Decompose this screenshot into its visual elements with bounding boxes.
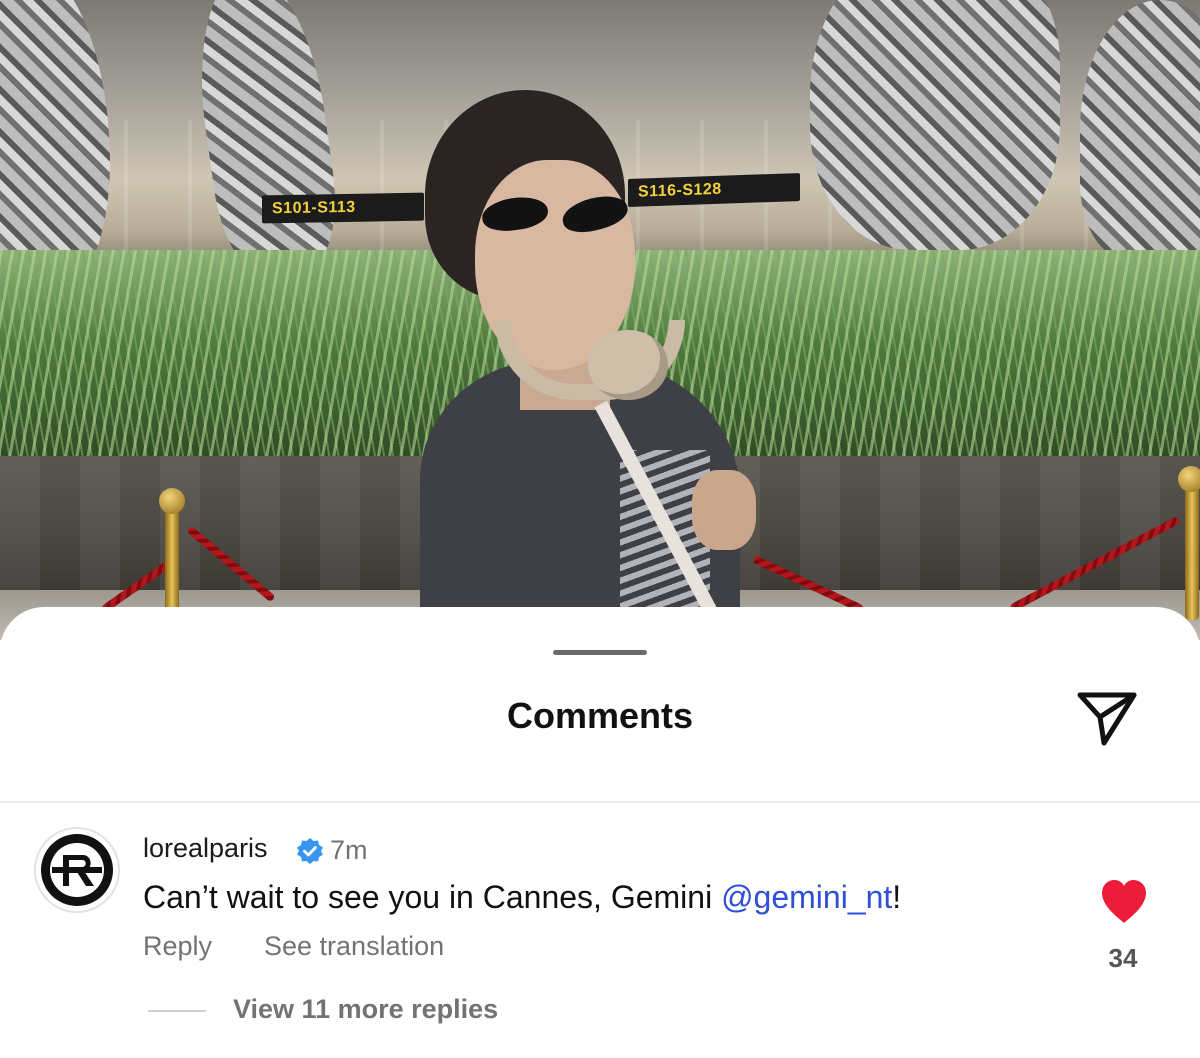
sheet-grabber[interactable]	[553, 650, 647, 655]
airport-sign-left-text: S101-S113	[272, 198, 356, 218]
loreal-paris-logo	[41, 834, 113, 906]
view-more-replies-button[interactable]: View 11 more replies	[233, 994, 498, 1025]
sheet-title: Comments	[506, 695, 694, 736]
stanchion-top	[159, 488, 185, 514]
thread-line	[148, 1010, 206, 1012]
heart-filled-icon[interactable]	[1100, 879, 1148, 925]
comments-sheet: Comments lorealparis 7m Can’t wait to se…	[0, 607, 1200, 1058]
avatar[interactable]	[34, 827, 120, 913]
reply-button[interactable]: Reply	[143, 931, 212, 962]
airport-sign-left: S101-S113	[262, 192, 424, 224]
mention-link[interactable]: @gemini_nt	[721, 879, 892, 915]
sunglasses	[480, 190, 632, 238]
verified-badge-icon	[296, 837, 324, 865]
post-photo: S101-S113 S116-S128	[0, 0, 1200, 640]
comment-username[interactable]: lorealparis	[143, 833, 268, 864]
metal-sculpture	[1080, 0, 1200, 260]
metal-sculpture	[810, 0, 1060, 250]
comment-time: 7m	[330, 835, 368, 865]
person	[420, 90, 760, 640]
hand	[692, 470, 756, 550]
comment-text-end: !	[892, 879, 902, 915]
comment-text-body: Can’t wait to see you in Cannes, Gemini	[143, 879, 722, 915]
stanchion-top	[1178, 466, 1200, 492]
paper-plane-icon[interactable]	[1074, 685, 1140, 751]
comment-text: Can’t wait to see you in Cannes, Gemini …	[143, 879, 901, 916]
stanchion-post	[1185, 470, 1199, 620]
headphone-cup	[588, 330, 668, 400]
header-divider	[0, 801, 1200, 803]
like-count: 34	[1108, 943, 1138, 973]
see-translation-button[interactable]: See translation	[264, 931, 444, 962]
